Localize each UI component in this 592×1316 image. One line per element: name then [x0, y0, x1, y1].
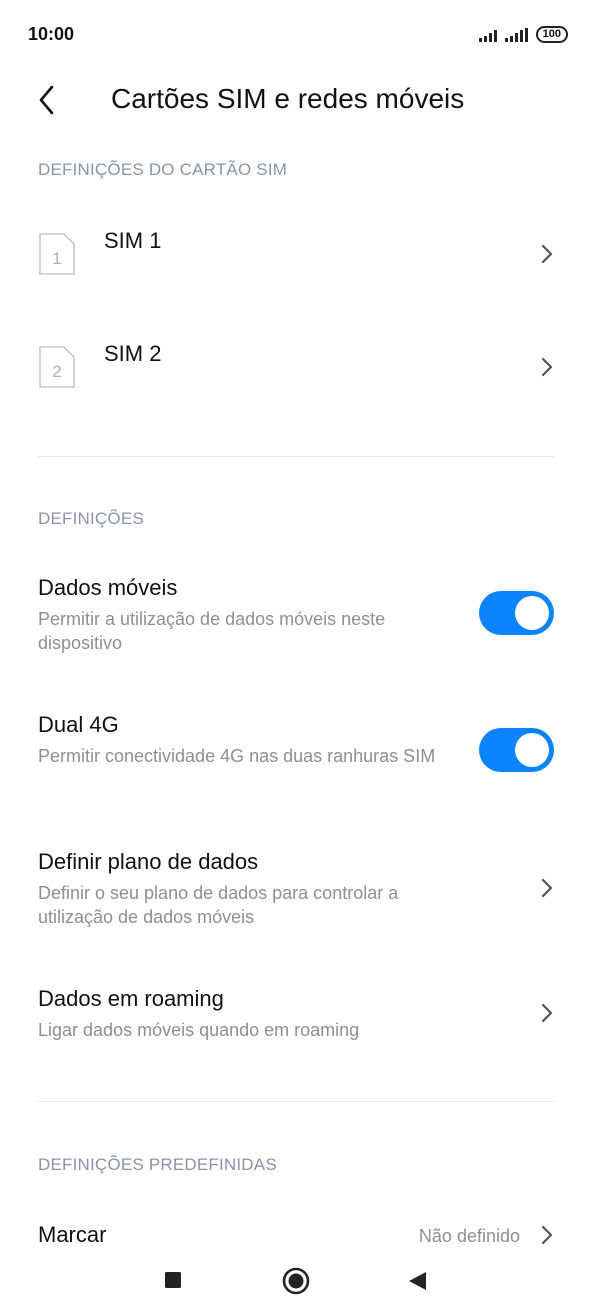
mobile-data-toggle[interactable] — [479, 591, 554, 635]
battery-icon: 100 — [535, 26, 568, 43]
toggle-knob — [515, 733, 549, 767]
setting-title: Dual 4G — [38, 712, 119, 737]
home-circle-icon[interactable] — [282, 1267, 310, 1295]
setting-title: Dados em roaming — [38, 986, 224, 1011]
sim-row-2[interactable]: 2 SIM 2 — [0, 313, 592, 423]
signal-icon-sim1 — [478, 28, 497, 42]
setting-description: Ligar dados móveis quando em roaming — [38, 1020, 360, 1040]
recents-square-icon[interactable] — [164, 1271, 182, 1289]
status-time: 10:00 — [28, 24, 75, 44]
sim-row-1[interactable]: 1 SIM 1 — [0, 200, 592, 310]
signal-icon-sim2 — [504, 27, 528, 42]
setting-title: Dados móveis — [38, 575, 178, 600]
sim-card-icon: 1 — [39, 233, 75, 275]
status-icons: 100 — [478, 26, 568, 43]
chevron-right-icon — [541, 878, 553, 898]
sim-label: SIM 1 — [104, 228, 162, 253]
svg-text:1: 1 — [52, 249, 61, 268]
back-button[interactable] — [34, 82, 66, 118]
setting-dual-4g[interactable]: Dual 4G Permitir conectividade 4G nas du… — [0, 702, 592, 812]
divider — [38, 1101, 554, 1102]
status-bar: 10:00 100 — [0, 0, 592, 70]
section-header-sim: DEFINIÇÕES DO CARTÃO SIM — [38, 160, 288, 179]
setting-data-roaming[interactable]: Dados em roaming Ligar dados móveis quan… — [0, 976, 592, 1066]
svg-text:2: 2 — [52, 362, 61, 381]
divider — [38, 456, 554, 457]
chevron-right-icon — [541, 357, 553, 377]
section-header-defaults: DEFINIÇÕES PREDEFINIDAS — [38, 1155, 277, 1174]
sim-card-icon: 2 — [39, 346, 75, 388]
chevron-right-icon — [541, 1225, 553, 1245]
setting-description: Definir o seu plano de dados para contro… — [38, 883, 399, 927]
section-header-settings: DEFINIÇÕES — [38, 509, 144, 528]
sim-label: SIM 2 — [104, 341, 162, 366]
setting-description: Permitir conectividade 4G nas duas ranhu… — [38, 746, 436, 766]
setting-mobile-data[interactable]: Dados móveis Permitir a utilização de da… — [0, 565, 592, 675]
chevron-right-icon — [541, 244, 553, 264]
dual-4g-toggle[interactable] — [479, 728, 554, 772]
navigation-bar — [0, 1244, 592, 1316]
setting-title: Definir plano de dados — [38, 849, 259, 874]
app-header: Cartões SIM e redes móveis — [0, 70, 592, 130]
chevron-right-icon — [541, 1003, 553, 1023]
page-title: Cartões SIM e redes móveis — [111, 83, 465, 114]
toggle-knob — [515, 596, 549, 630]
back-triangle-icon[interactable] — [406, 1270, 428, 1292]
setting-data-plan[interactable]: Definir plano de dados Definir o seu pla… — [0, 839, 592, 949]
back-arrow-icon — [39, 85, 54, 115]
setting-description: Permitir a utilização de dados móveis ne… — [38, 609, 386, 653]
